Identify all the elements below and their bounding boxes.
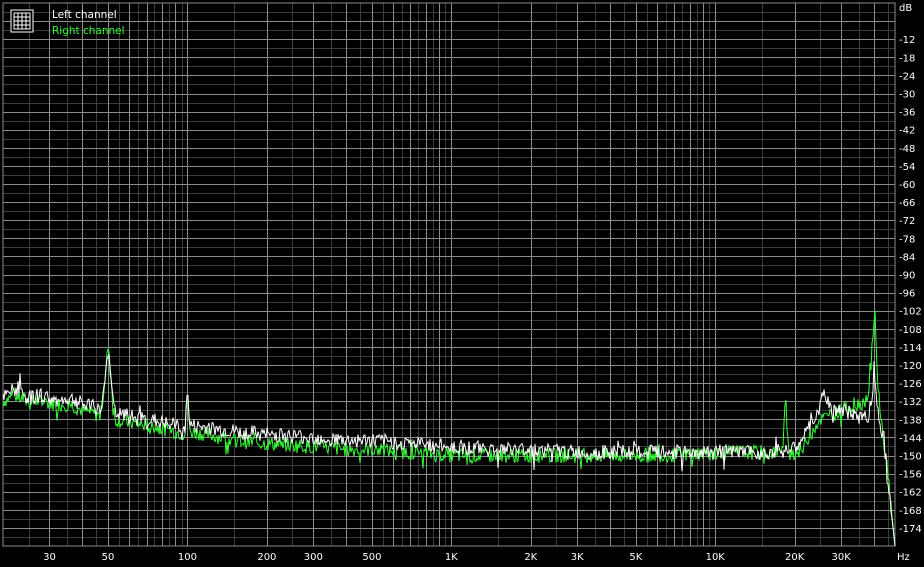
y-tick-label: -72 (899, 216, 915, 227)
y-tick-label: -54 (899, 162, 915, 173)
y-tick-label: -96 (899, 289, 915, 300)
x-tick-label: 20K (785, 552, 805, 563)
legend-label-left-channel: Left channel (52, 9, 117, 21)
y-tick-label: -174 (899, 524, 922, 535)
y-tick-label: -138 (899, 415, 922, 426)
y-tick-label: -132 (899, 397, 922, 408)
x-tick-label: 3K (571, 552, 584, 563)
spectrum-analyzer-window: -12 -18 -24 -30 -36 -42 -48 -54 -60 -66 -72 -78 -84 -… (0, 0, 924, 567)
x-tick-label: 100 (178, 552, 197, 563)
x-tick-label: 2K (524, 552, 537, 563)
y-tick-label: -18 (899, 53, 915, 64)
y-tick-label: -24 (899, 71, 915, 82)
y-axis-unit: dB (899, 3, 912, 14)
y-tick-label: -42 (899, 126, 915, 137)
y-tick-label: -150 (899, 452, 922, 463)
y-tick-label: -168 (899, 506, 922, 517)
y-tick-label: -78 (899, 234, 915, 245)
x-tick-label: 10K (706, 552, 726, 563)
x-tick-label: 500 (362, 552, 381, 563)
y-tick-label: -84 (899, 252, 915, 263)
y-tick-label: -162 (899, 488, 922, 499)
x-tick-label: 5K (629, 552, 642, 563)
spectrum-grid-icon (10, 9, 34, 33)
y-tick-label: -108 (899, 325, 922, 336)
y-tick-label: -156 (899, 470, 922, 481)
x-tick-label: 50 (102, 552, 115, 563)
y-tick-label: -114 (899, 343, 922, 354)
legend-label-right-channel: Right channel (52, 25, 125, 37)
y-tick-label: -36 (899, 108, 915, 119)
y-tick-label: -60 (899, 180, 915, 191)
y-tick-label: -126 (899, 379, 922, 390)
y-tick-label: -12 (899, 35, 915, 46)
x-tick-label: 30 (43, 552, 56, 563)
y-tick-label: -30 (899, 90, 915, 101)
y-tick-label: -48 (899, 144, 915, 155)
y-tick-label: -102 (899, 307, 922, 318)
y-tick-label: -66 (899, 198, 915, 209)
x-tick-label: 1K (445, 552, 458, 563)
x-axis-unit: Hz (897, 552, 910, 563)
y-tick-label: -90 (899, 271, 915, 282)
spectrum-chart: -12 -18 -24 -30 -36 -42 -48 -54 -60 -66 -72 -78 -84 -… (0, 0, 924, 567)
x-tick-label: 30K (831, 552, 851, 563)
x-tick-label: 200 (257, 552, 276, 563)
y-tick-label: -120 (899, 361, 922, 372)
y-tick-label: -144 (899, 433, 922, 444)
x-tick-label: 300 (304, 552, 323, 563)
